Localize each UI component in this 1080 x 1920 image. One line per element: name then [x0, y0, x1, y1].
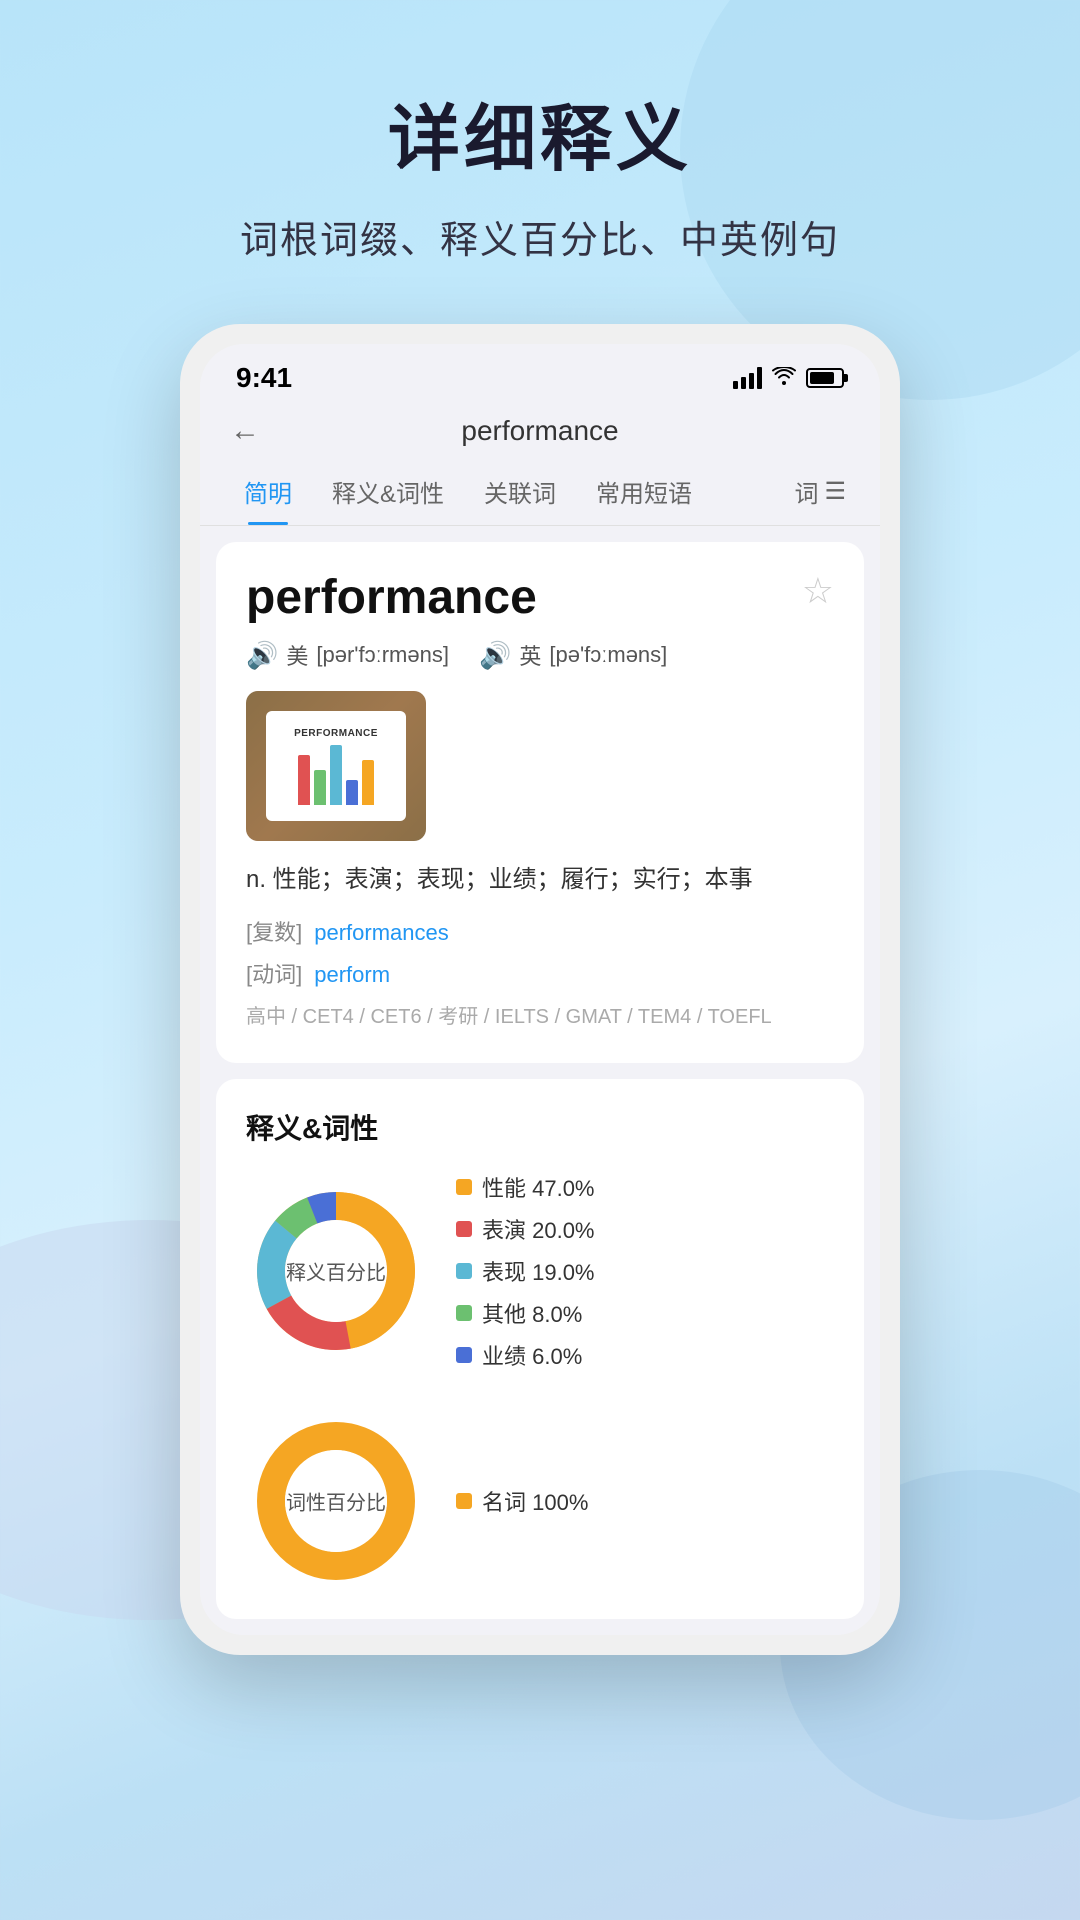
pron-region-us: 美	[286, 639, 308, 671]
bar-4	[346, 780, 358, 805]
phone-inner: 9:41	[200, 344, 880, 1635]
legend-dot-noun	[456, 1493, 472, 1509]
donut2-label: 词性百分比	[286, 1487, 386, 1516]
exam-tags: 高中 / CET4 / CET6 / 考研 / IELTS / GMAT / T…	[246, 999, 834, 1035]
tab-definition[interactable]: 释义&词性	[312, 458, 464, 525]
bar-2	[314, 770, 326, 805]
page-content: 详细释义 词根词缀、释义百分比、中英例句 9:41	[0, 0, 1080, 1655]
tab-bar: 简明 释义&词性 关联词 常用短语 词 ☰	[200, 458, 880, 526]
chart-tablet-label: PERFORMANCE	[294, 728, 378, 739]
chart-tablet: PERFORMANCE	[266, 711, 406, 821]
pron-region-uk: 英	[519, 639, 541, 671]
legend-dot-5	[456, 1347, 472, 1363]
legend-item-5: 业绩 6.0%	[456, 1339, 595, 1371]
status-time: 9:41	[236, 362, 292, 394]
verb-row: [动词] perform	[246, 957, 834, 989]
speaker-icon-uk[interactable]: 🔊	[479, 640, 511, 671]
donut-chart-1: 释义百分比	[246, 1181, 426, 1361]
pron-british: 🔊 英 [pə'fɔːməns]	[479, 639, 667, 671]
legend-item-1: 性能 47.0%	[456, 1171, 595, 1203]
menu-icon: ☰	[824, 477, 846, 506]
status-icons	[733, 365, 844, 391]
legend-label-1: 性能 47.0%	[482, 1171, 595, 1203]
legend-label-2: 表演 20.0%	[482, 1213, 595, 1245]
pronunciation-row: 🔊 美 [pər'fɔːrməns] 🔊 英 [pə'fɔːməns]	[246, 639, 834, 671]
legend-dot-4	[456, 1305, 472, 1321]
donut1-label: 释义百分比	[286, 1257, 386, 1286]
legend-item-3: 表现 19.0%	[456, 1255, 595, 1287]
tab-more[interactable]: 词 ☰	[784, 458, 856, 525]
word-title-row: performance ☆	[246, 570, 834, 625]
plural-label: [复数]	[246, 915, 302, 947]
back-button[interactable]: ←	[230, 414, 260, 448]
main-title: 详细释义	[388, 80, 692, 185]
word-image: PERFORMANCE	[246, 691, 426, 841]
performance-chart-image: PERFORMANCE	[246, 691, 426, 841]
legend-item-2: 表演 20.0%	[456, 1213, 595, 1245]
header-title: performance	[280, 415, 800, 447]
verb-link[interactable]: perform	[314, 962, 390, 988]
legend-label-5: 业绩 6.0%	[482, 1339, 582, 1371]
legend-1: 性能 47.0% 表演 20.0% 表现 19.0%	[456, 1171, 595, 1371]
signal-icon	[733, 367, 762, 389]
status-bar: 9:41	[200, 344, 880, 404]
app-header: ← performance	[200, 404, 880, 458]
legend-dot-3	[456, 1263, 472, 1279]
definition-text: n. 性能；表演；表现；业绩；履行；实行；本事	[246, 861, 834, 899]
app-content: performance ☆ 🔊 美 [pər'fɔːrməns] 🔊 英 [pə	[200, 526, 880, 1635]
legend-item-noun: 名词 100%	[456, 1485, 588, 1517]
bar-5	[362, 760, 374, 805]
sub-title: 词根词缀、释义百分比、中英例句	[240, 209, 840, 264]
star-icon[interactable]: ☆	[802, 570, 834, 612]
definition-card-title: 释义&词性	[246, 1107, 834, 1147]
word-card: performance ☆ 🔊 美 [pər'fɔːrməns] 🔊 英 [pə	[216, 542, 864, 1063]
plural-row: [复数] performances	[246, 915, 834, 947]
bar-chart	[298, 745, 374, 805]
legend-label-3: 表现 19.0%	[482, 1255, 595, 1287]
pron-phonetic-us: [pər'fɔːrməns]	[316, 642, 449, 668]
legend-dot-2	[456, 1221, 472, 1237]
tab-brief[interactable]: 简明	[224, 458, 312, 525]
legend-label-4: 其他 8.0%	[482, 1297, 582, 1329]
word-main: performance	[246, 570, 537, 625]
bar-1	[298, 755, 310, 805]
battery-icon	[806, 368, 844, 388]
legend-label-noun: 名词 100%	[482, 1485, 588, 1517]
tab-related[interactable]: 关联词	[464, 458, 576, 525]
bar-3	[330, 745, 342, 805]
legend-item-4: 其他 8.0%	[456, 1297, 595, 1329]
legend-dot-1	[456, 1179, 472, 1195]
phone-mockup: 9:41	[180, 324, 900, 1655]
chart-section-2: 词性百分比 名词 100%	[246, 1411, 834, 1591]
pron-american: 🔊 美 [pər'fɔːrməns]	[246, 639, 449, 671]
tab-phrases[interactable]: 常用短语	[576, 458, 712, 525]
definition-card: 释义&词性	[216, 1079, 864, 1619]
verb-label: [动词]	[246, 957, 302, 989]
pron-phonetic-uk: [pə'fɔːməns]	[549, 642, 667, 668]
speaker-icon-us[interactable]: 🔊	[246, 640, 278, 671]
legend-2: 名词 100%	[456, 1485, 588, 1517]
chart-section-1: 释义百分比 性能 47.0% 表演 20.0%	[246, 1171, 834, 1371]
donut-chart-2: 词性百分比	[246, 1411, 426, 1591]
plural-link[interactable]: performances	[314, 920, 449, 946]
wifi-icon	[772, 365, 796, 391]
